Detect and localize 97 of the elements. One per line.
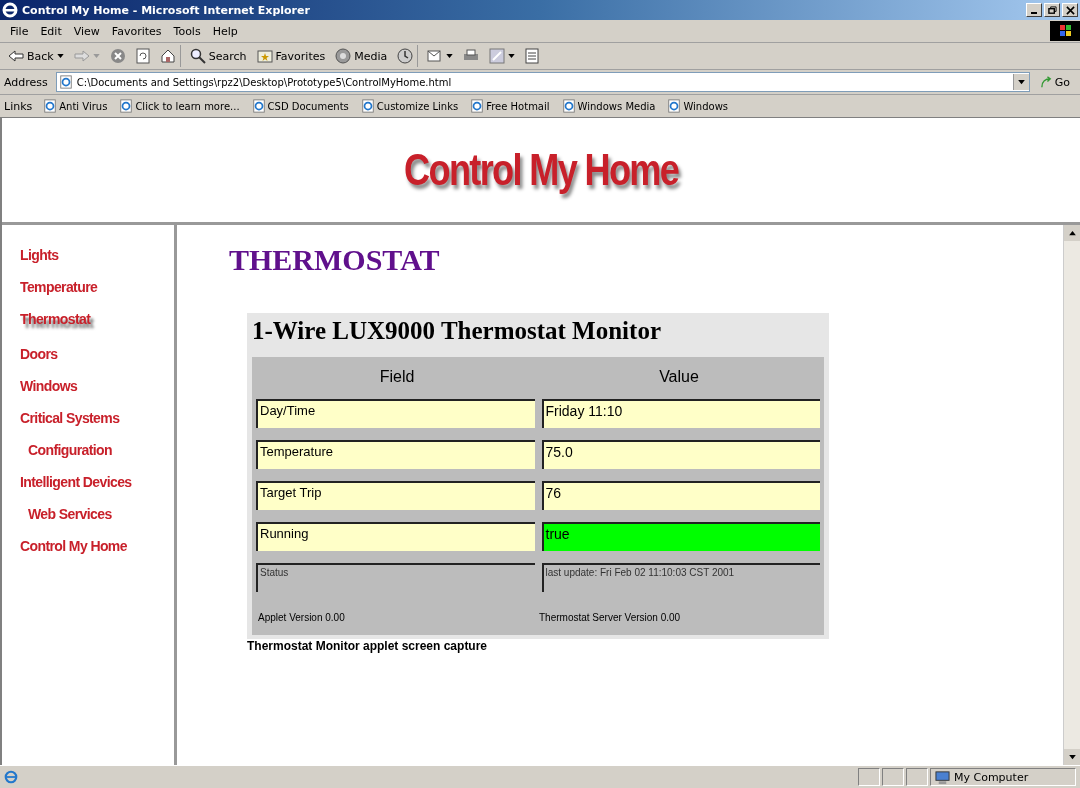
nav-link[interactable]: Temperature — [20, 279, 98, 295]
column-header: Value — [658, 368, 700, 386]
link-button[interactable]: Windows — [662, 99, 734, 113]
nav-link[interactable]: Windows — [20, 378, 78, 394]
browser-logo-icon — [2, 2, 18, 18]
menu-item[interactable]: Favorites — [107, 24, 170, 38]
refresh-icon — [135, 48, 150, 64]
edit-icon — [489, 48, 506, 64]
address-field[interactable]: C:\Documents and Settings\rpz2\Desktop\Prototype5\ControlMyHome.html — [55, 72, 1030, 92]
menu-item[interactable]: File — [6, 24, 37, 38]
page-icon — [119, 99, 134, 113]
page-icon — [58, 75, 73, 89]
menu-item[interactable]: Edit — [36, 24, 70, 38]
go-button[interactable]: Go — [1033, 75, 1076, 89]
scroll-down-button[interactable] — [1064, 749, 1080, 765]
page-icon — [4, 770, 18, 784]
restore-button[interactable] — [1044, 3, 1060, 17]
scroll-up-button[interactable] — [1064, 225, 1080, 241]
nav-link[interactable]: Thermostat — [20, 311, 97, 330]
house-icon — [159, 48, 176, 64]
value-cell: true — [541, 522, 820, 551]
search-icon — [189, 48, 206, 64]
disc-icon — [335, 48, 352, 64]
security-zone: My Computer — [930, 768, 1076, 786]
caret-icon — [446, 54, 454, 58]
value-cell: 76 — [541, 481, 820, 510]
version-text: Thermostat Server Version 0.00 — [539, 612, 682, 623]
page-icon — [667, 99, 682, 113]
nav-link[interactable]: Configuration — [20, 442, 112, 458]
status-value-cell: last update: Fri Feb 02 11:10:03 CST 2001 — [541, 563, 820, 592]
back-arrow-icon — [8, 50, 24, 62]
column-header: Field — [378, 368, 416, 386]
page-icon — [251, 99, 266, 113]
go-arrow-icon — [1039, 75, 1053, 89]
link-button[interactable]: Customize Links — [355, 99, 464, 113]
status-pane — [906, 768, 928, 786]
dropdown-button[interactable] — [1012, 74, 1029, 90]
favorites-button[interactable]: Favorites — [252, 45, 330, 67]
minimize-button[interactable] — [1026, 3, 1042, 17]
caption: Thermostat Monitor applet screen capture — [247, 639, 489, 653]
status-cell: Status — [256, 563, 535, 592]
search-button[interactable]: Search — [185, 45, 251, 67]
nav-link[interactable]: Web Services — [20, 506, 112, 522]
caret-icon — [1017, 79, 1025, 85]
stop-icon — [109, 48, 126, 64]
menu-item[interactable]: View — [69, 24, 108, 38]
page-heading: THERMOSTAT — [229, 243, 441, 277]
link-button[interactable]: Anti Virus — [38, 99, 113, 113]
field-cell: Target Trip — [256, 481, 535, 510]
envelope-icon — [427, 49, 444, 63]
applet-title: 1-Wire LUX9000 Thermostat Monitor — [252, 317, 662, 346]
close-icon — [1065, 5, 1075, 15]
forward-arrow-icon — [73, 50, 90, 62]
menu-item[interactable]: Tools — [169, 24, 209, 38]
document-icon — [525, 48, 540, 64]
value-cell: Friday 11:10 — [541, 399, 820, 428]
window-title: Control My Home - Microsoft Internet Explorer — [22, 3, 311, 17]
link-button[interactable]: Windows Media — [556, 99, 661, 113]
scrollbar-track[interactable] — [1063, 225, 1080, 765]
address-label: Address — [4, 75, 49, 89]
printer-icon — [463, 49, 480, 63]
field-cell: Day/Time — [256, 399, 535, 428]
status-pane — [882, 768, 904, 786]
link-button[interactable]: CSD Documents — [246, 99, 354, 113]
caret-icon — [92, 54, 100, 58]
field-cell: Running — [256, 522, 535, 551]
star-folder-icon — [256, 49, 273, 63]
link-button[interactable]: Free Hotmail — [465, 99, 555, 113]
page-icon — [43, 99, 58, 113]
link-button[interactable]: Click to learn more... — [114, 99, 245, 113]
status-pane — [858, 768, 880, 786]
media-button[interactable]: Media — [331, 45, 392, 67]
nav-link[interactable]: Intelligent Devices — [20, 474, 132, 490]
nav-link[interactable]: Doors — [20, 346, 58, 362]
down-arrow-icon — [1068, 754, 1076, 760]
links-label: Links — [4, 99, 34, 113]
minimize-icon — [1031, 11, 1037, 14]
restore-icon — [1047, 5, 1057, 15]
page-icon — [561, 99, 576, 113]
menu-item[interactable]: Help — [208, 24, 246, 38]
up-arrow-icon — [1068, 230, 1076, 236]
close-button[interactable] — [1062, 3, 1078, 17]
caret-icon — [508, 54, 516, 58]
page-icon — [470, 99, 485, 113]
site-title: Control My Home — [403, 145, 679, 195]
nav-link[interactable]: Control My Home — [20, 538, 127, 554]
page-icon — [360, 99, 375, 113]
field-cell: Temperature — [256, 440, 535, 469]
back-button[interactable]: Back — [4, 45, 68, 67]
value-cell: 75.0 — [541, 440, 820, 469]
nav-link[interactable]: Critical Systems — [20, 410, 120, 426]
caret-icon — [56, 54, 64, 58]
computer-icon — [935, 769, 950, 785]
windows-logo-icon — [1050, 21, 1080, 41]
version-text: Applet Version 0.00 — [258, 612, 346, 623]
nav-link[interactable]: Lights — [20, 247, 59, 263]
clock-icon — [397, 48, 414, 64]
